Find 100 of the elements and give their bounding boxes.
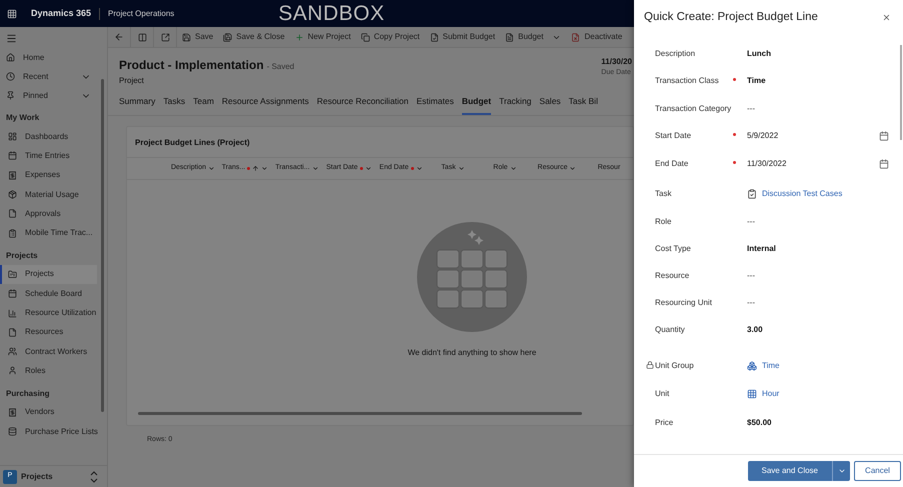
dashboard-icon (8, 132, 17, 142)
calendar-icon (8, 151, 17, 160)
nav-item[interactable]: Resources (0, 322, 97, 342)
tab[interactable]: Sales (539, 95, 561, 115)
toolbar-button[interactable]: Copy Project (356, 27, 425, 47)
database-icon (8, 427, 17, 436)
empty-state-message: We didn't find anything to show here (408, 346, 536, 359)
toolbar-button[interactable]: Save & Close (218, 27, 290, 47)
save-icon (182, 32, 191, 42)
nav-item[interactable]: Expenses (0, 166, 97, 185)
nav-item[interactable]: Time Entries (0, 146, 97, 166)
tab[interactable]: Team (193, 95, 214, 115)
field-label: Price (655, 417, 674, 430)
document-check-icon (430, 32, 439, 42)
tab[interactable]: Estimates (416, 95, 454, 115)
nav-section-title: Purchasing (5, 388, 51, 400)
date-field[interactable]: 5/9/2022 (747, 130, 903, 142)
plus-icon (294, 32, 304, 42)
record-type: Project (119, 75, 145, 87)
nav-section-title: My Work (5, 112, 40, 124)
pop-out-icon (160, 32, 170, 42)
receipt-icon (8, 408, 17, 417)
lookup-link[interactable]: Hour (762, 388, 780, 400)
nav-item[interactable]: Approvals (0, 204, 97, 224)
home-icon (6, 53, 15, 62)
lookup-link[interactable]: Discussion Test Cases (762, 188, 842, 200)
app-name[interactable]: Dynamics 365 (31, 6, 92, 20)
nav-item[interactable]: Contract Workers (0, 342, 97, 362)
nav-item[interactable]: Purchase Price Lists (0, 422, 97, 442)
copy-icon (360, 32, 370, 42)
menu-icon[interactable] (6, 33, 17, 44)
nav-section-title: Projects (5, 250, 39, 262)
lookup-link[interactable]: Time (762, 360, 780, 372)
field-label: Cost Type (655, 243, 692, 256)
toolbar-button[interactable]: Budget (500, 27, 566, 47)
nav-item[interactable]: Vendors (0, 402, 97, 422)
field-value: Time (747, 75, 766, 88)
date-field[interactable]: 11/30/2022 (747, 158, 903, 170)
scrollbar[interactable] (900, 45, 902, 140)
field-value: Internal (747, 243, 776, 256)
field-label: End Date (655, 158, 690, 170)
save-and-close-button[interactable]: Save and Close (748, 461, 832, 481)
area-switcher-label[interactable]: Projects (21, 470, 86, 482)
tab[interactable]: Summary (119, 95, 156, 115)
tab[interactable]: Resource Assignments (222, 95, 309, 115)
field-value: Lunch (747, 48, 771, 60)
nav-item[interactable]: Projects (0, 264, 97, 284)
up-down-chevron-icon[interactable] (90, 470, 98, 482)
app-launcher-icon[interactable] (7, 8, 17, 18)
receipt-icon (8, 170, 17, 180)
document-icon (8, 209, 17, 218)
calendar-icon[interactable] (879, 131, 889, 142)
field-label: Description (655, 48, 696, 60)
nav-item[interactable]: Pinned (0, 86, 107, 105)
clipboard-check-icon (747, 189, 757, 200)
tab[interactable]: Task Bil (568, 95, 598, 115)
tab[interactable]: Budget (462, 95, 492, 115)
calendar-icon[interactable] (879, 159, 889, 170)
field-label: Unit Group (655, 360, 695, 372)
toolbar-button[interactable]: Save (177, 27, 218, 47)
cancel-button[interactable]: Cancel (854, 461, 901, 481)
field-value: 3.00 (747, 324, 763, 336)
document-icon (505, 32, 514, 42)
field-value: --- (747, 297, 755, 310)
chevron-down-icon (838, 467, 846, 475)
nav-item[interactable]: Home (0, 48, 107, 67)
tab[interactable]: Tasks (163, 95, 186, 115)
horizontal-scrollbar[interactable] (138, 412, 582, 415)
field-label: Quantity (655, 324, 686, 336)
package-icon (8, 190, 17, 200)
field-label: Resourcing Unit (655, 297, 713, 310)
field-label: Unit (655, 388, 670, 400)
person-icon (8, 366, 17, 376)
blocks-icon (747, 361, 757, 372)
toolbar-button[interactable]: Deactivate (566, 27, 628, 47)
environment-label: SANDBOX (278, 0, 385, 27)
clipboard-icon (8, 228, 17, 238)
close-icon (882, 13, 891, 22)
nav-item[interactable]: Recent (0, 67, 107, 86)
tab[interactable]: Tracking (499, 95, 532, 115)
nav-item[interactable]: Resource Utilization (0, 303, 97, 323)
columns-icon (138, 32, 146, 42)
people-icon (8, 347, 17, 356)
close-button[interactable] (882, 13, 891, 22)
nav-item[interactable]: Schedule Board (0, 284, 97, 304)
back-arrow-icon (114, 32, 124, 42)
save-close-icon (223, 32, 232, 42)
nav-item[interactable]: Dashboards (0, 127, 97, 146)
due-date-value: 11/30/20 (601, 56, 632, 68)
nav-item[interactable]: Material Usage (0, 184, 97, 204)
nav-item[interactable]: Roles (0, 361, 97, 381)
toolbar-button[interactable]: Submit Budget (424, 27, 500, 47)
grid-icon (747, 389, 757, 400)
field-label: Task (655, 188, 672, 200)
nav-item[interactable]: Mobile Time Trac... (0, 223, 97, 243)
area-name: Project Operations (108, 8, 174, 20)
toolbar-button[interactable]: New Project (290, 27, 356, 47)
tab[interactable]: Resource Reconciliation (316, 95, 409, 115)
field-label: Resource (655, 270, 690, 282)
scrollbar[interactable] (101, 79, 104, 412)
